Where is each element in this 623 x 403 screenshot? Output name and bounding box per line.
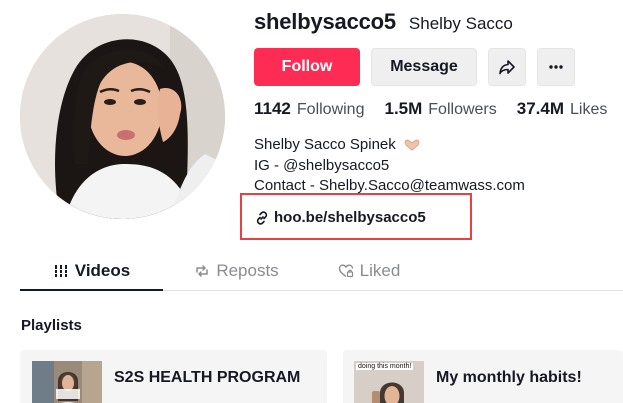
share-icon	[499, 60, 515, 75]
playlist-thumbnail-image	[32, 361, 102, 403]
tab-liked-label: Liked	[359, 261, 401, 280]
tab-videos-label: Videos	[74, 260, 131, 280]
ellipsis-icon	[549, 65, 563, 69]
playlist-title: My monthly habits!	[436, 369, 582, 386]
playlists-heading: Playlists	[21, 317, 82, 334]
playlist-card[interactable]: S2S HEALTH PROGRAM	[20, 350, 327, 403]
heart-lock-icon	[338, 264, 353, 278]
followers-count: 1.5M	[384, 99, 423, 118]
profile-stats: 1142 Following 1.5M Followers 37.4M Like…	[254, 99, 623, 119]
following-label: Following	[296, 101, 365, 118]
avatar-image	[20, 14, 225, 219]
follow-button[interactable]: Follow	[254, 48, 360, 86]
likes-stat: 37.4M Likes	[517, 99, 608, 119]
likes-label: Likes	[570, 101, 608, 118]
likes-count: 37.4M	[516, 99, 564, 118]
repost-icon	[196, 265, 209, 277]
message-button[interactable]: Message	[371, 48, 477, 86]
playlist-title: S2S HEALTH PROGRAM	[114, 369, 301, 386]
username: shelbysacco5	[254, 9, 396, 34]
share-button[interactable]	[488, 48, 526, 86]
bio-line-instagram: IG - @shelbysacco5	[254, 156, 390, 174]
following-stat[interactable]: 1142 Following	[254, 99, 364, 119]
tab-videos[interactable]: Videos	[20, 252, 163, 291]
followers-label: Followers	[428, 101, 497, 118]
bio: Shelby Sacco Spinek IG - @shelbysacco5 C…	[254, 135, 525, 197]
bio-link[interactable]: hoo.be/shelbysacco5	[255, 209, 426, 226]
heart-hands-icon	[404, 139, 420, 151]
avatar[interactable]	[20, 14, 225, 219]
tab-reposts[interactable]: Reposts	[163, 252, 310, 290]
profile-tabs: Videos Reposts Liked	[20, 252, 623, 291]
link-icon	[256, 210, 268, 225]
following-count: 1142	[254, 99, 291, 118]
followers-stat[interactable]: 1.5M Followers	[384, 99, 496, 119]
more-options-button[interactable]	[537, 48, 575, 86]
bio-line-name: Shelby Sacco Spinek	[254, 136, 396, 153]
profile-actions: Follow Message	[254, 48, 575, 86]
playlist-thumbnail-caption: doing this month!	[356, 363, 414, 370]
display-name: Shelby Sacco	[408, 14, 513, 33]
playlist-thumbnail	[32, 361, 102, 403]
grid-icon	[54, 264, 67, 277]
playlist-card[interactable]: doing this month! My monthly habits!	[343, 350, 623, 403]
tab-liked[interactable]: Liked	[310, 252, 428, 290]
bio-link-text: hoo.be/shelbysacco5	[274, 209, 426, 226]
tab-reposts-label: Reposts	[216, 261, 279, 280]
